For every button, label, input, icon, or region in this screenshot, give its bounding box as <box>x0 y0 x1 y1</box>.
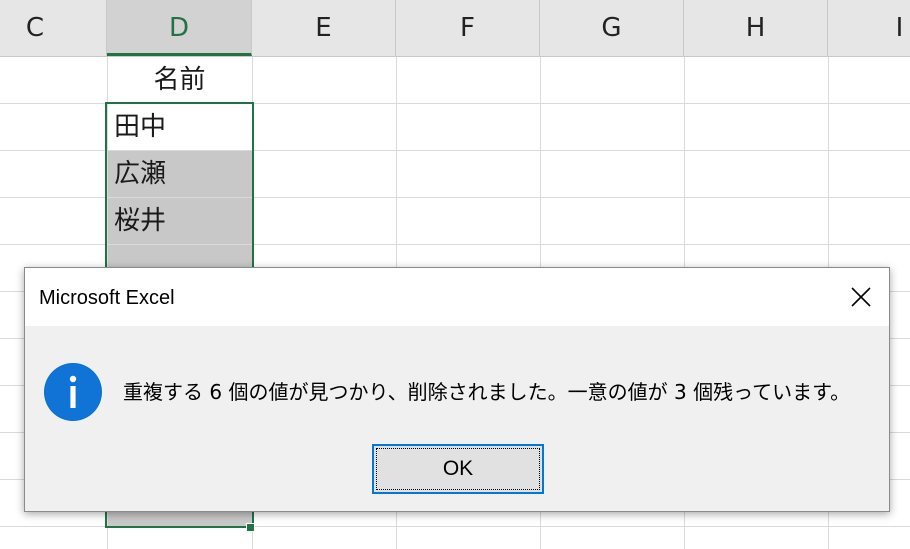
cell-d1[interactable]: 名前 <box>107 57 252 103</box>
info-icon <box>44 363 102 421</box>
column-header-row: C D E F G H I <box>0 0 910 57</box>
ok-button[interactable]: OK <box>372 444 544 494</box>
close-icon <box>851 287 871 307</box>
column-header-h[interactable]: H <box>684 0 828 56</box>
dialog-titlebar[interactable]: Microsoft Excel <box>25 268 889 326</box>
column-header-e[interactable]: E <box>252 0 396 56</box>
fill-handle[interactable] <box>246 523 255 532</box>
cell-d4[interactable]: 桜井 <box>108 198 252 244</box>
focus-ring <box>376 448 540 490</box>
dialog-message: 重複する 6 個の値が見つかり、削除されました。一意の値が 3 個残っています。 <box>123 380 851 404</box>
column-header-d[interactable]: D <box>107 0 252 56</box>
cell-d2[interactable]: 田中 <box>108 104 252 150</box>
excel-window: C D E F G H I 名前 田中 広瀬 桜井 Microsoft Exce… <box>0 0 910 549</box>
column-header-c[interactable]: C <box>0 0 107 56</box>
close-button[interactable] <box>839 276 883 318</box>
cell-d3[interactable]: 広瀬 <box>108 151 252 197</box>
dialog-title: Microsoft Excel <box>39 287 175 309</box>
column-header-f[interactable]: F <box>396 0 540 56</box>
column-header-i[interactable]: I <box>828 0 910 56</box>
column-header-g[interactable]: G <box>540 0 684 56</box>
message-dialog: Microsoft Excel 重複する 6 個の値が見つかり、削除されました。… <box>24 267 890 512</box>
